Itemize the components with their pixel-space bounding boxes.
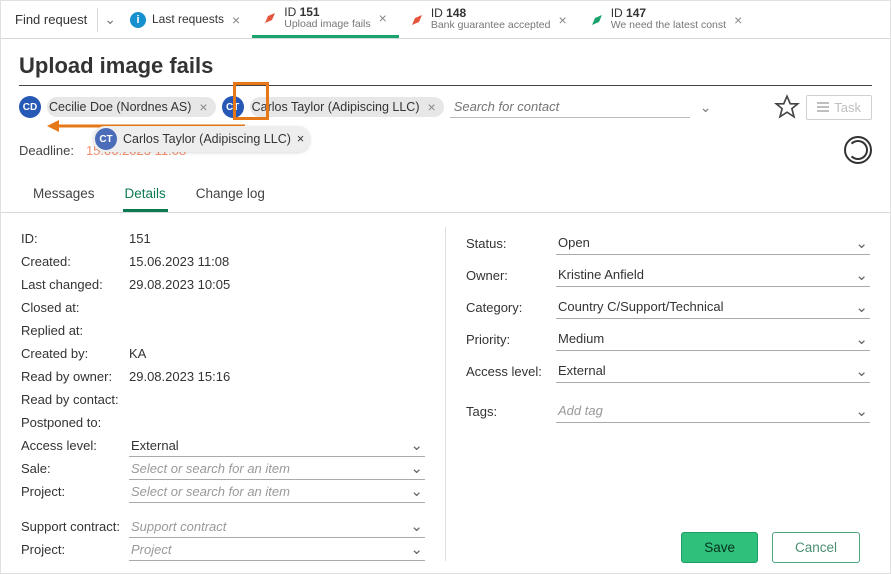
info-icon: i: [130, 12, 146, 28]
field-label: Read by owner:: [21, 369, 129, 384]
avatar: CD: [19, 96, 41, 118]
project-select[interactable]: Select or search for an item⌄: [129, 480, 425, 503]
tab-messages[interactable]: Messages: [31, 180, 97, 212]
field-value: 151: [129, 231, 151, 246]
contact-label: Carlos Taylor (Adipiscing LLC): [252, 100, 420, 114]
page-title: Upload image fails: [1, 39, 890, 83]
tab-request-148[interactable]: ID 148 Bank guarantee accepted ×: [399, 1, 579, 38]
pushpin-icon: [589, 12, 605, 28]
field-label: Last changed:: [21, 277, 129, 292]
field-label: Priority:: [466, 332, 556, 347]
field-label: Owner:: [466, 268, 556, 283]
tab-details[interactable]: Details: [123, 180, 168, 212]
chevron-down-icon[interactable]: ⌄: [696, 99, 716, 116]
field-label: ID:: [21, 231, 129, 246]
deadline-row: Deadline: 15.06.2023 11:08 CT Carlos Tay…: [1, 126, 890, 174]
owner-select[interactable]: Kristine Anfield⌄: [556, 264, 870, 287]
field-value: 15.06.2023 11:08: [129, 254, 229, 269]
chevron-down-icon: ⌄: [410, 459, 423, 477]
tab-title: ID 151: [284, 6, 370, 19]
avatar: CT: [95, 128, 117, 150]
field-label: Project:: [21, 542, 129, 557]
status-select[interactable]: Open⌄: [556, 232, 870, 255]
priority-select[interactable]: Medium⌄: [556, 328, 870, 351]
chevron-down-icon[interactable]: ⌄: [100, 11, 120, 28]
chevron-down-icon: ⌄: [410, 436, 423, 454]
close-icon[interactable]: ×: [557, 12, 569, 28]
main-tabs: Messages Details Change log: [1, 174, 890, 213]
tab-subtitle: We need the latest const: [611, 20, 726, 32]
favorite-star-icon[interactable]: [774, 94, 800, 120]
title-divider: [19, 85, 872, 86]
field-label: Created by:: [21, 346, 129, 361]
field-label: Replied at:: [21, 323, 129, 338]
tab-request-151[interactable]: ID 151 Upload image fails ×: [252, 1, 399, 38]
tab-subtitle: Upload image fails: [284, 19, 370, 31]
access-level-select[interactable]: External⌄: [129, 434, 425, 457]
deadline-label: Deadline:: [19, 143, 74, 158]
field-label: Support contract:: [21, 519, 129, 534]
pushpin-icon: [409, 12, 425, 28]
details-left-column: ID:151 Created:15.06.2023 11:08 Last cha…: [21, 227, 425, 561]
chevron-down-icon: ⌄: [410, 540, 423, 558]
tab-change-log[interactable]: Change log: [194, 180, 267, 212]
close-icon[interactable]: ×: [297, 132, 304, 146]
tab-last-requests[interactable]: i Last requests ×: [120, 1, 252, 38]
dragging-contact-chip[interactable]: CT Carlos Taylor (Adipiscing LLC) ×: [93, 126, 310, 152]
footer-actions: Save Cancel: [681, 526, 890, 563]
refresh-button[interactable]: [844, 136, 872, 164]
field-label: Category:: [466, 300, 556, 315]
close-icon[interactable]: ×: [426, 99, 438, 115]
tab-subtitle: Bank guarantee accepted: [431, 20, 551, 32]
request-tabbar: Find request ⌄ i Last requests × ID 151 …: [1, 1, 890, 39]
contact-label: Carlos Taylor (Adipiscing LLC): [123, 132, 291, 146]
contact-chip[interactable]: Carlos Taylor (Adipiscing LLC) ×: [250, 97, 444, 117]
field-label: Access level:: [466, 364, 556, 379]
column-divider: [445, 227, 446, 561]
details-right-column: Status: Open⌄ Owner: Kristine Anfield⌄ C…: [466, 227, 870, 561]
find-request-label: Find request: [15, 12, 87, 27]
field-label: Access level:: [21, 438, 129, 453]
contact-search-input[interactable]: [450, 96, 690, 118]
project-select-2[interactable]: Project⌄: [129, 538, 425, 561]
chevron-down-icon: ⌄: [855, 402, 868, 420]
details-panel: ID:151 Created:15.06.2023 11:08 Last cha…: [1, 213, 890, 571]
tags-select[interactable]: Add tag⌄: [556, 400, 870, 423]
close-icon[interactable]: ×: [230, 12, 242, 28]
pushpin-icon: [262, 10, 278, 26]
field-label: Project:: [21, 484, 129, 499]
divider: [97, 8, 98, 32]
menu-icon: [817, 102, 829, 112]
cancel-button[interactable]: Cancel: [772, 532, 860, 563]
chevron-down-icon: ⌄: [855, 362, 868, 380]
chevron-down-icon: ⌄: [855, 330, 868, 348]
field-label: Closed at:: [21, 300, 129, 315]
find-request-button[interactable]: Find request: [7, 1, 95, 38]
tab-title: Last requests: [152, 13, 224, 26]
chevron-down-icon: ⌄: [855, 266, 868, 284]
close-icon[interactable]: ×: [732, 12, 744, 28]
task-button[interactable]: Task: [806, 95, 872, 120]
field-label: Postponed to:: [21, 415, 129, 430]
field-label: Status:: [466, 236, 556, 251]
category-select[interactable]: Country C/Support/Technical⌄: [556, 296, 870, 319]
task-label: Task: [834, 100, 861, 115]
field-label: Sale:: [21, 461, 129, 476]
field-value: KA: [129, 346, 146, 361]
field-label: Tags:: [466, 404, 556, 419]
field-value: 29.08.2023 15:16: [129, 369, 230, 384]
field-value: 29.08.2023 10:05: [129, 277, 230, 292]
close-icon[interactable]: ×: [377, 10, 389, 26]
field-label: Created:: [21, 254, 129, 269]
tab-request-147[interactable]: ID 147 We need the latest const ×: [579, 1, 755, 38]
chevron-down-icon: ⌄: [410, 517, 423, 535]
access-level-select-2[interactable]: External⌄: [556, 360, 870, 383]
chevron-down-icon: ⌄: [410, 482, 423, 500]
sale-select[interactable]: Select or search for an item⌄: [129, 457, 425, 480]
chevron-down-icon: ⌄: [855, 298, 868, 316]
field-label: Read by contact:: [21, 392, 129, 407]
support-contract-select[interactable]: Support contract⌄: [129, 515, 425, 538]
save-button[interactable]: Save: [681, 532, 758, 563]
chevron-down-icon: ⌄: [855, 234, 868, 252]
